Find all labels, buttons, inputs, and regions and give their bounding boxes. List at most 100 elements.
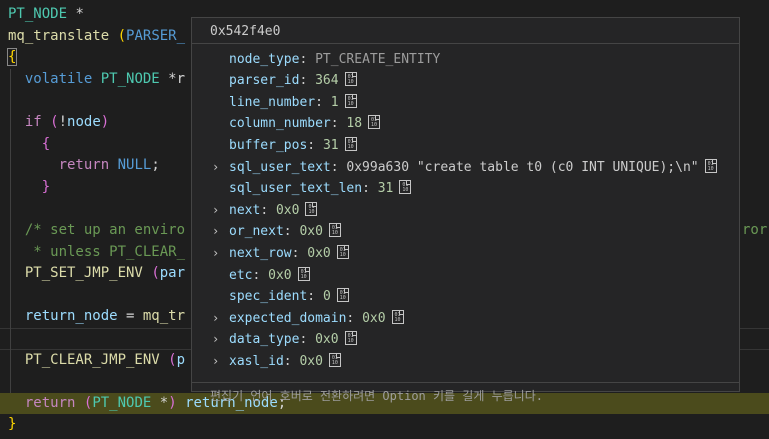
view-binary-data-icon[interactable]: 01 10 (704, 158, 717, 173)
view-binary-data-icon[interactable]: 01 10 (297, 266, 310, 281)
variable-entry: sql_user_text: 0x99a630 "create table t0… (229, 157, 717, 179)
code-token: ( (168, 351, 177, 368)
icon-bits: 10 (707, 165, 714, 172)
variable-value: 0x0 (362, 310, 386, 326)
view-binary-data-icon[interactable]: 01 10 (328, 223, 341, 238)
code-token: if (24, 114, 42, 130)
chevron-right-icon[interactable]: › (212, 200, 222, 222)
variable-entry: buffer_pos: 31 01 10 (229, 135, 357, 157)
variable-row-parser-id[interactable]: parser_id: 364 01 10 (192, 70, 739, 92)
variable-row-sql-user-text[interactable]: › sql_user_text: 0x99a630 "create table t… (192, 157, 739, 179)
chevron-right-icon[interactable]: › (212, 243, 222, 265)
view-binary-data-icon[interactable]: 01 10 (328, 352, 341, 367)
view-binary-data-icon[interactable]: 01 10 (399, 180, 412, 195)
separator: : (330, 116, 347, 132)
code-token: } (41, 178, 51, 195)
code-text: return_node = mq_tr (8, 306, 185, 328)
variable-value: 0 (322, 289, 331, 305)
code-token: node (67, 114, 101, 130)
code-text: PT_NODE * (8, 4, 84, 26)
view-binary-data-icon[interactable]: 01 10 (368, 115, 381, 130)
view-binary-data-icon[interactable]: 01 10 (344, 72, 357, 87)
variable-row-column-number[interactable]: column_number: 18 01 10 (192, 113, 739, 135)
variable-entry: expected_domain: 0x0 01 10 (229, 308, 404, 330)
variable-row-xasl-id[interactable]: › xasl_id: 0x0 01 10 (192, 351, 739, 373)
variable-row-node-type[interactable]: node_type: PT_CREATE_ENTITY (192, 49, 739, 71)
chevron-right-icon[interactable]: › (212, 351, 222, 373)
view-binary-data-icon[interactable]: 01 10 (344, 331, 357, 346)
view-binary-data-icon[interactable]: 01 10 (344, 93, 357, 108)
code-token: ) (100, 114, 110, 130)
variable-row-sql-user-text-len[interactable]: sql_user_text_len: 31 01 10 (192, 178, 739, 200)
variable-row-next-row[interactable]: › next_row: 0x0 01 10 (192, 243, 739, 265)
variable-entry: next_row: 0x0 01 10 (229, 243, 349, 265)
code-text: if (!node) (8, 112, 109, 134)
view-binary-data-icon[interactable]: 01 10 (336, 288, 349, 303)
code-text: * unless PT_CLEAR_ (8, 242, 185, 264)
variable-name: sql_user_text (229, 159, 331, 175)
variable-row-data-type[interactable]: › data_type: 0x0 01 10 (192, 329, 739, 351)
code-token: mq_tr (142, 308, 186, 325)
variable-entry: next: 0x0 01 10 (229, 200, 318, 222)
chevron-right-icon[interactable]: › (212, 221, 222, 243)
code-token: p (176, 351, 186, 368)
variable-row-etc[interactable]: etc: 0x0 01 10 (192, 265, 739, 287)
variable-entry: node_type: PT_CREATE_ENTITY (229, 49, 440, 71)
variable-row-or-next[interactable]: › or_next: 0x0 01 10 (192, 221, 739, 243)
code-token: mq_translate (8, 27, 110, 44)
code-text: /* set up an enviro (8, 220, 185, 242)
variable-entry: data_type: 0x0 01 10 (229, 329, 357, 351)
variable-value: 31 (322, 137, 339, 153)
icon-bits: 10 (347, 100, 354, 107)
variable-value: 18 (346, 116, 363, 132)
variable-name: buffer_pos (229, 137, 308, 153)
code-token: return_node (24, 308, 118, 325)
chevron-right-icon[interactable]: › (212, 308, 222, 330)
variable-row-spec-ident[interactable]: spec_ident: 0 01 10 (192, 286, 739, 308)
separator: : (315, 94, 331, 110)
hover-divider (192, 43, 739, 44)
variable-row-expected-domain[interactable]: › expected_domain: 0x0 01 10 (192, 308, 739, 330)
debug-hover-popup[interactable]: 0x542f4e0 node_type: PT_CREATE_ENTITY par… (191, 17, 740, 403)
variable-value: 31 (377, 181, 394, 197)
icon-bits: 10 (308, 208, 315, 215)
variable-name: node_type (229, 51, 300, 67)
variable-name: xasl_id (229, 353, 284, 369)
code-token: ( (151, 265, 160, 282)
hover-footer-hint: 편집기 언어 호버로 전환하려면 Option 키를 길게 누릅니다. (210, 389, 543, 403)
code-token: *r (159, 70, 186, 87)
variable-entry: spec_ident: 0 01 10 (229, 286, 349, 308)
variable-row-buffer-pos[interactable]: buffer_pos: 31 01 10 (192, 135, 739, 157)
icon-bits: 10 (347, 79, 354, 86)
variable-value: 0x0 (299, 224, 323, 240)
separator: : (291, 245, 308, 261)
view-binary-data-icon[interactable]: 01 10 (391, 309, 404, 324)
code-line[interactable]: } (0, 414, 769, 436)
hover-divider (192, 382, 739, 383)
code-token: PARSER_ (126, 27, 186, 44)
variable-value: 364 (315, 73, 339, 89)
view-binary-data-icon[interactable]: 01 10 (344, 136, 357, 151)
chevron-right-icon[interactable]: › (212, 157, 222, 179)
code-text: mq_translate (PARSER_ (8, 26, 185, 48)
separator: : (346, 310, 363, 326)
code-token: ! (58, 114, 68, 130)
code-token: ( (117, 27, 127, 44)
variable-entry: column_number: 18 01 10 (229, 113, 381, 135)
view-binary-data-icon[interactable]: 01 10 (305, 201, 318, 216)
chevron-right-icon[interactable]: › (212, 329, 222, 351)
icon-bits: 10 (331, 359, 338, 366)
variable-entry: parser_id: 364 01 10 (229, 70, 357, 92)
separator: : (307, 289, 323, 305)
variable-row-next[interactable]: › next: 0x0 01 10 (192, 200, 739, 222)
code-token: volatile (24, 70, 93, 87)
variable-row-line-number[interactable]: line_number: 1 01 10 (192, 92, 739, 114)
view-binary-data-icon[interactable]: 01 10 (336, 244, 349, 259)
